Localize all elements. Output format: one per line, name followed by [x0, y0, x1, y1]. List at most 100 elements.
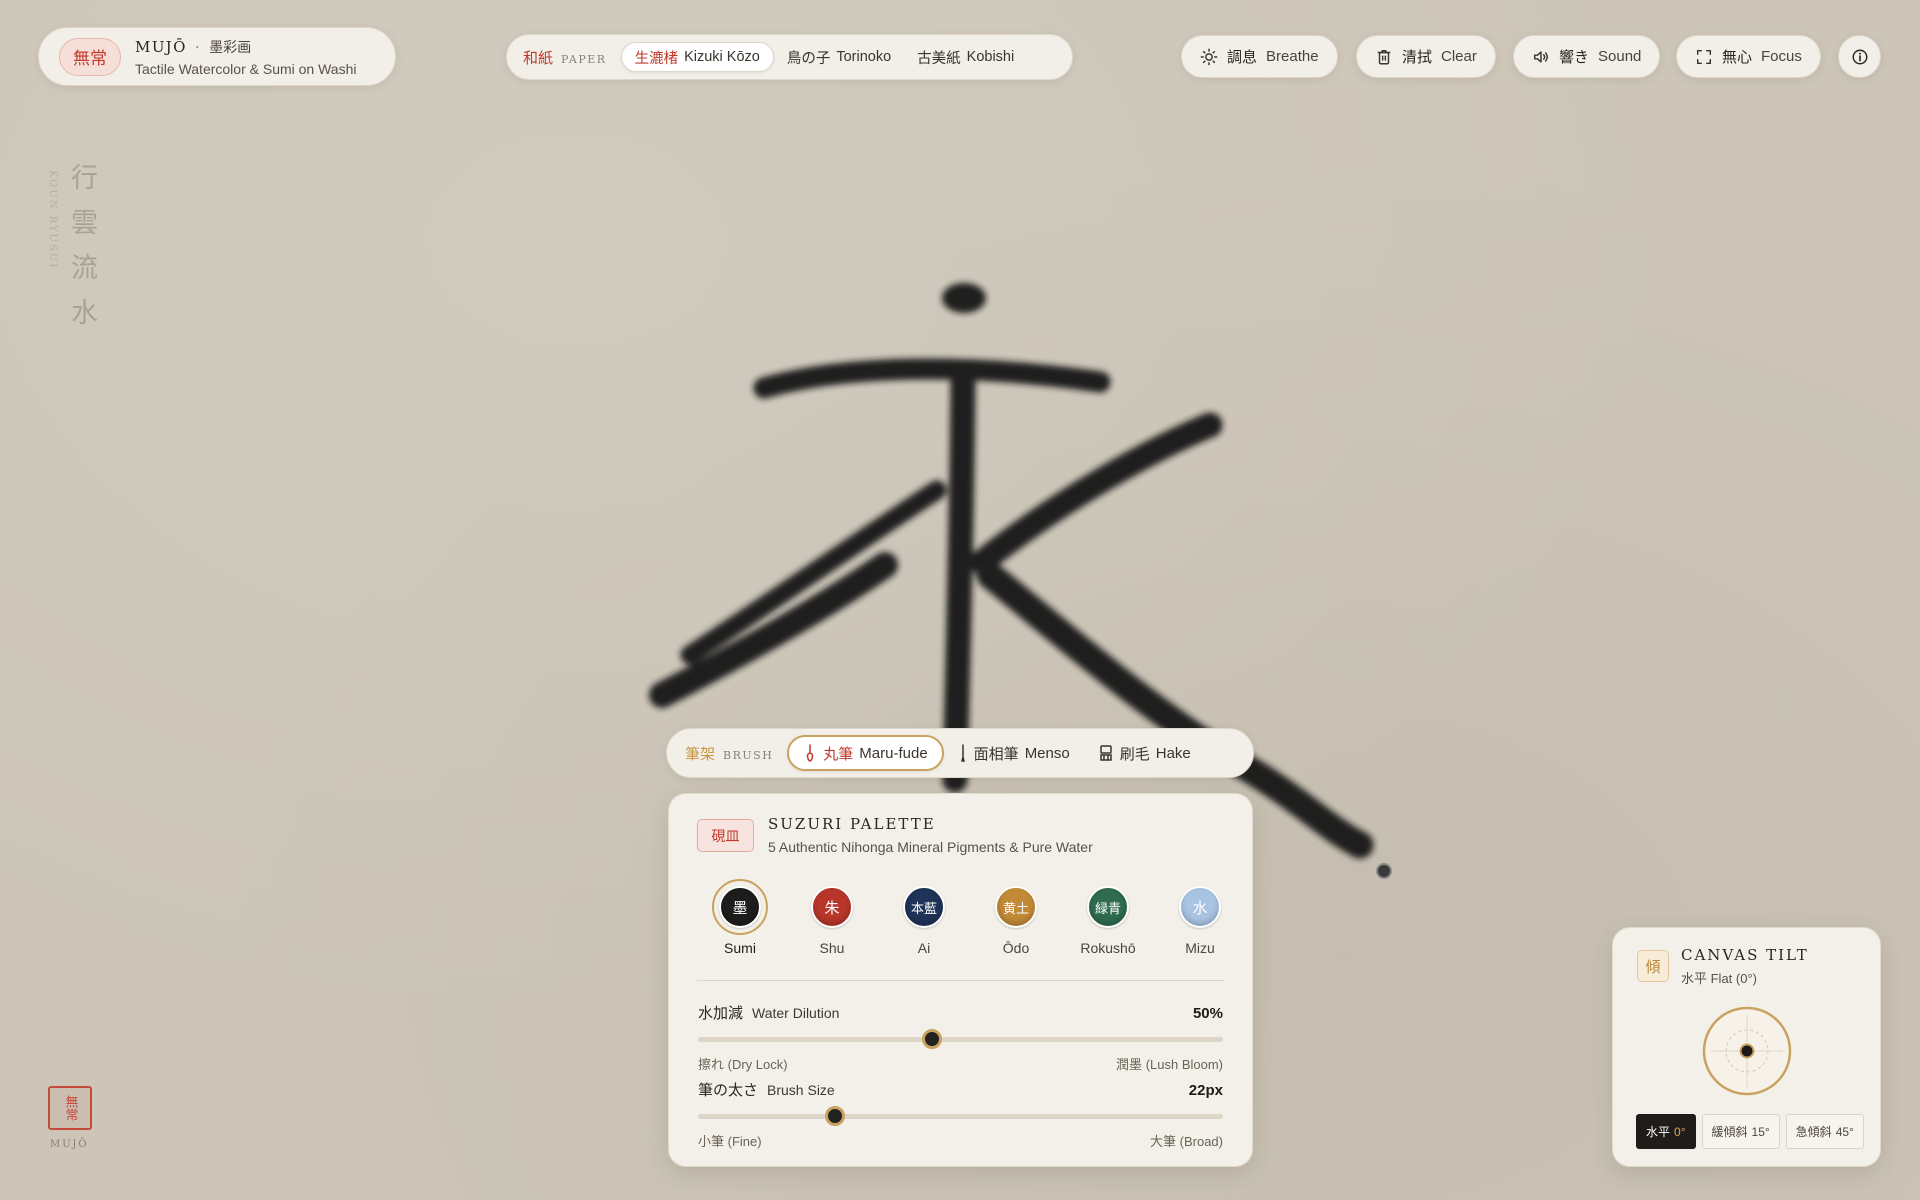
swatch-shu[interactable]: 朱 Shu: [797, 879, 867, 956]
paper-option-kobishi[interactable]: 古美紙 Kobishi: [904, 42, 1027, 72]
trash-icon: [1377, 49, 1391, 64]
hanko-stamp: 無常: [48, 1086, 92, 1130]
clear-button[interactable]: 清拭 Clear: [1356, 35, 1496, 78]
tilt-option-deg: 15°: [1751, 1124, 1770, 1139]
size-max-label: 大筆 (Broad): [1150, 1131, 1223, 1150]
paper-option-jp: 生漉楮: [634, 50, 679, 67]
swatch-ring: 墨: [712, 879, 768, 935]
brush-cursor: [1376, 863, 1392, 879]
swatch-ring: 朱: [804, 879, 860, 935]
info-button[interactable]: [1838, 35, 1881, 78]
paper-selector: 和紙 PAPER 生漉楮 Kizuki Kōzo 鳥の子 Torinoko 古美…: [506, 34, 1073, 80]
breathe-button[interactable]: 調息 Breathe: [1181, 35, 1338, 78]
focus-label-en: Focus: [1761, 48, 1802, 65]
swatch-name: Shu: [819, 940, 845, 956]
size-min-jp: 小筆: [698, 1135, 725, 1150]
swatch-dot: 朱: [811, 886, 853, 928]
tilt-option-gentle[interactable]: 緩傾斜 15°: [1701, 1114, 1780, 1149]
paper-option-torinoko[interactable]: 鳥の子 Torinoko: [774, 42, 904, 72]
water-min-jp: 擦れ: [698, 1058, 725, 1073]
tilt-option-jp: 緩傾斜: [1711, 1125, 1748, 1139]
water-max-en: (Lush Bloom): [1145, 1057, 1223, 1072]
tilt-option-flat[interactable]: 水平 0°: [1636, 1114, 1696, 1149]
paper-option-en: Torinoko: [836, 49, 892, 65]
brush-option-jp: 丸筆: [823, 744, 854, 763]
breathe-label-en: Breathe: [1266, 48, 1319, 65]
info-icon: [1852, 49, 1867, 64]
brush-option-menso[interactable]: 面相筆 Menso: [944, 735, 1084, 771]
ink-stroke-vertical: [942, 367, 976, 793]
paper-option-en: Kobishi: [966, 49, 1015, 65]
swatch-odo[interactable]: 黄土 Ōdo: [981, 879, 1051, 956]
water-label-jp: 水加減: [698, 1004, 744, 1022]
size-value: 22px: [1188, 1082, 1223, 1099]
water-min-label: 擦れ (Dry Lock): [698, 1054, 788, 1073]
brush-selector: 筆架 BRUSH 丸筆 Maru-fude 面相筆 Menso 刷毛 Hake: [666, 728, 1254, 778]
paper-option-en: Kizuki Kōzo: [684, 49, 760, 65]
sound-label-jp: 響き: [1559, 48, 1590, 66]
sound-button[interactable]: 響き Sound: [1513, 35, 1661, 78]
swatch-sumi[interactable]: 墨 Sumi: [705, 879, 775, 956]
tilt-option-deg: 0°: [1674, 1124, 1686, 1139]
tilt-subtitle: 水平 Flat (0°): [1681, 971, 1757, 986]
brush-option-en: Hake: [1155, 744, 1191, 762]
sun-icon: [1200, 48, 1218, 65]
focus-label-jp: 無心: [1722, 48, 1753, 66]
brand-seal: 無常: [59, 37, 121, 76]
side-poem: 行 雲 流 水: [71, 163, 98, 330]
swatch-rokusho[interactable]: 緑青 Rokushō: [1073, 879, 1143, 956]
focus-button[interactable]: 無心 Focus: [1676, 35, 1821, 78]
size-slider-thumb[interactable]: [824, 1106, 845, 1126]
swatch-dot: 緑青: [1087, 886, 1129, 928]
tilt-option-steep[interactable]: 急傾斜 45°: [1785, 1114, 1864, 1149]
tilt-options: 水平 0° 緩傾斜 15° 急傾斜 45°: [1636, 1114, 1864, 1149]
brush-option-en: Maru-fude: [859, 744, 928, 762]
tilt-badge: 傾: [1637, 950, 1669, 982]
poem-char: 行: [71, 163, 98, 194]
brand-header: 無常 MUJŌ · 墨彩画 Tactile Watercolor & Sumi …: [38, 27, 396, 86]
swatch-ring: 本藍: [896, 879, 952, 935]
size-max-jp: 大筆: [1150, 1135, 1177, 1150]
brush-option-jp: 面相筆: [973, 744, 1019, 763]
swatch-ai[interactable]: 本藍 Ai: [889, 879, 959, 956]
palette-subtitle: 5 Authentic Nihonga Mineral Pigments & P…: [768, 839, 1093, 855]
swatch-dot: 水: [1179, 886, 1221, 928]
tilt-option-jp: 水平: [1646, 1125, 1671, 1139]
ink-stroke-left-sweep: [649, 552, 898, 708]
brush-option-jp: 刷毛: [1119, 744, 1150, 763]
swatch-ring: 水: [1172, 879, 1228, 935]
swatch-dot: 黄土: [995, 886, 1037, 928]
water-max-jp: 潤墨: [1116, 1058, 1143, 1073]
swatch-name: Rokushō: [1080, 940, 1136, 956]
size-max-en: (Broad): [1179, 1134, 1223, 1149]
swatch-ring: 黄土: [988, 879, 1044, 935]
flat-brush-icon: [1099, 745, 1112, 761]
water-slider-thumb[interactable]: [921, 1029, 942, 1049]
paper-label-en: PAPER: [561, 52, 607, 66]
brush-option-maru-fude[interactable]: 丸筆 Maru-fude: [787, 735, 944, 771]
ink-stroke-right-upper: [969, 412, 1223, 575]
brush-size-slider[interactable]: [698, 1106, 1223, 1126]
tilt-dial-icon[interactable]: [1701, 1005, 1793, 1097]
swatch-name: Mizu: [1185, 940, 1215, 956]
palette-title: SUZURI PALETTE: [768, 815, 936, 833]
water-dilution-control: 水加減 Water Dilution 50% 擦れ (Dry Lock) 潤墨 …: [698, 1002, 1223, 1073]
fine-brush-icon: [960, 744, 965, 762]
tilt-title: CANVAS TILT: [1681, 946, 1809, 964]
water-dilution-slider[interactable]: [698, 1029, 1223, 1049]
poem-char: 水: [71, 298, 98, 329]
poem-char: 雲: [71, 208, 98, 239]
swatch-mizu[interactable]: 水 Mizu: [1165, 879, 1235, 956]
app-subtitle: Tactile Watercolor & Sumi on Washi: [135, 60, 357, 77]
ink-stroke-left-upper: [680, 480, 947, 665]
water-max-label: 潤墨 (Lush Bloom): [1116, 1054, 1223, 1073]
brush-option-hake[interactable]: 刷毛 Hake: [1084, 735, 1205, 771]
poem-romaji: KOUN RYUSUI: [47, 170, 58, 270]
water-value: 50%: [1192, 1005, 1223, 1022]
paper-option-jp: 鳥の子: [786, 50, 831, 67]
suzuri-palette-panel: 硯皿 SUZURI PALETTE 5 Authentic Nihonga Mi…: [668, 793, 1253, 1167]
paper-option-kizuki-kozo[interactable]: 生漉楮 Kizuki Kōzo: [620, 42, 774, 72]
clear-label-en: Clear: [1441, 48, 1477, 65]
tilt-option-deg: 45°: [1835, 1124, 1854, 1139]
paper-label-jp: 和紙: [523, 48, 554, 67]
